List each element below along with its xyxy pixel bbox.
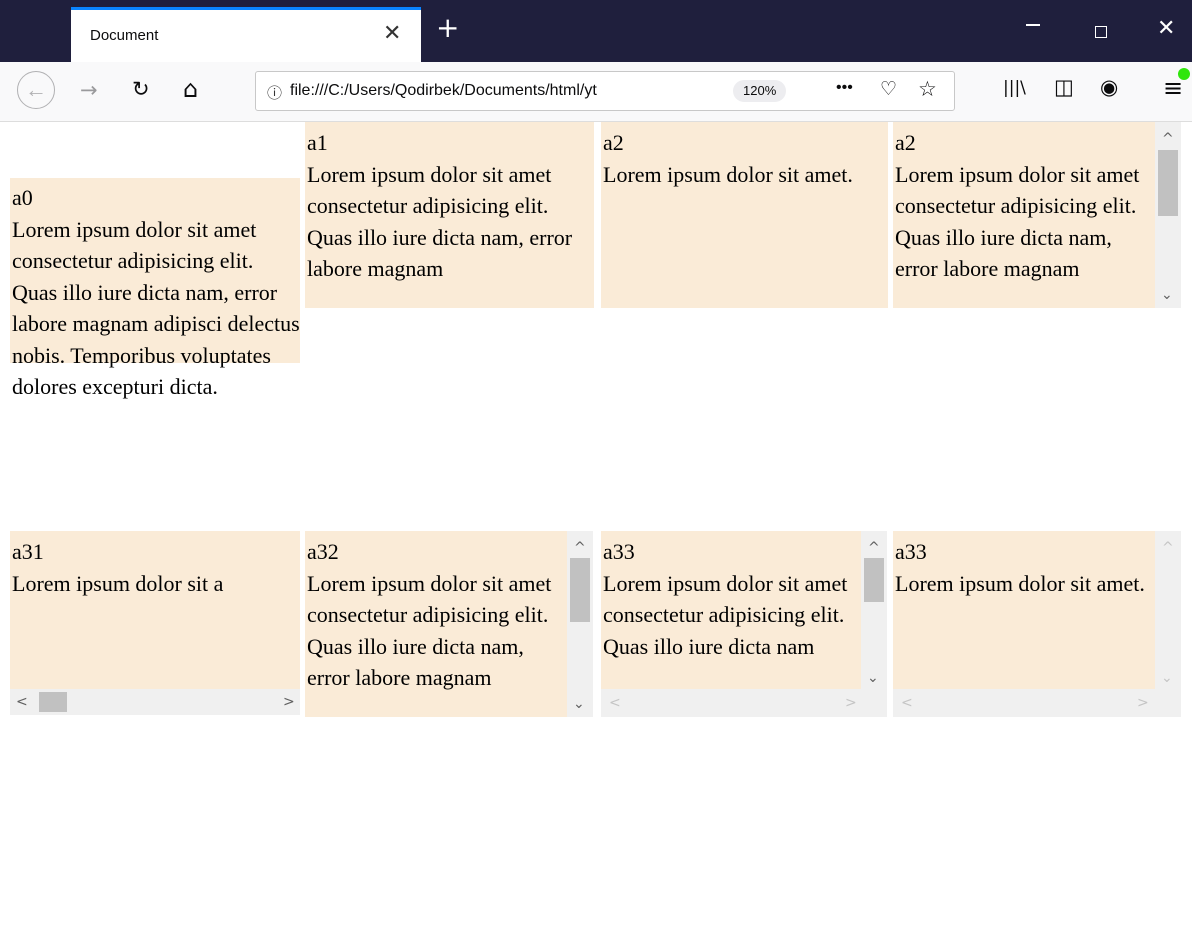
bookmark-star-icon[interactable]: ☆ <box>918 77 937 101</box>
window-close-icon[interactable]: ✕ <box>1157 16 1175 41</box>
horizontal-scrollbar[interactable]: < > <box>10 689 300 715</box>
library-icon[interactable]: |||\ <box>1003 78 1026 98</box>
minimize-icon[interactable] <box>1026 24 1040 26</box>
cell-label: a1 <box>307 130 328 155</box>
scroll-up-icon[interactable]: ^ <box>1162 132 1174 146</box>
tab-close-icon[interactable]: ✕ <box>383 21 401 46</box>
cell-label: a32 <box>307 539 339 564</box>
scroll-left-icon[interactable]: < <box>16 695 28 709</box>
scroll-up-icon[interactable]: ^ <box>1162 541 1174 555</box>
horizontal-scrollbar[interactable]: < > <box>893 689 1155 717</box>
new-tab-button[interactable]: + <box>436 14 459 42</box>
forward-arrow-icon[interactable]: → <box>80 78 98 102</box>
scroll-down-icon[interactable]: ⌄ <box>1161 288 1173 302</box>
scroll-left-icon[interactable]: < <box>901 696 913 710</box>
vertical-scrollbar[interactable]: ^ ⌄ <box>567 531 593 717</box>
scroll-right-icon[interactable]: > <box>1137 696 1149 710</box>
vertical-scrollbar[interactable]: ^ ⌄ <box>861 531 887 717</box>
scroll-down-icon[interactable]: ⌄ <box>1161 671 1173 685</box>
maximize-icon[interactable] <box>1095 26 1107 38</box>
cell-text: Lorem ipsum dolor sit amet. <box>603 161 853 187</box>
scroll-up-icon[interactable]: ^ <box>574 541 586 555</box>
tab-title: Document <box>90 27 159 44</box>
cell-text: Lorem ipsum dolor sit amet consectetur a… <box>603 570 848 659</box>
pocket-icon[interactable]: ♡ <box>880 78 897 100</box>
cell-a33-short-scroll[interactable]: a33 Lorem ipsum dolor sit amet. <box>893 531 1155 689</box>
cell-label: a2 <box>895 130 916 155</box>
cell-text: Lorem ipsum dolor sit amet consectetur a… <box>307 161 573 282</box>
scroll-left-icon[interactable]: < <box>609 696 621 710</box>
horizontal-scrollbar[interactable]: < > <box>601 689 861 717</box>
cell-text: Lorem ipsum dolor sit amet consectetur a… <box>12 216 300 400</box>
cell-label: a33 <box>603 539 635 564</box>
cell-text: Lorem ipsum dolor sit amet consectetur a… <box>895 161 1140 282</box>
cell-a2-scroll[interactable]: a2 Lorem ipsum dolor sit amet consectetu… <box>893 122 1155 308</box>
scroll-up-icon[interactable]: ^ <box>868 541 880 555</box>
page-actions-more-icon[interactable]: ••• <box>836 79 853 97</box>
vertical-scrollbar[interactable]: ^ ⌄ <box>1155 122 1181 308</box>
zoom-badge[interactable]: 120% <box>733 80 787 102</box>
cell-text: Lorem ipsum dolor sit amet consectetur a… <box>307 570 552 691</box>
scroll-thumb[interactable] <box>1158 150 1178 216</box>
reload-icon[interactable]: ↻ <box>132 77 150 101</box>
cell-a33-scroll[interactable]: a33 Lorem ipsum dolor sit amet consectet… <box>601 531 861 689</box>
account-icon[interactable]: ◉ <box>1100 75 1118 99</box>
info-icon[interactable]: ⓘ <box>267 82 282 103</box>
page-content: a0 Lorem ipsum dolor sit amet consectetu… <box>0 122 1192 938</box>
cell-label: a0 <box>12 185 33 210</box>
title-bar: Document ✕ + ✕ <box>0 0 1192 62</box>
scroll-thumb[interactable] <box>864 558 884 602</box>
cell-a2: a2 Lorem ipsum dolor sit amet. <box>601 122 888 308</box>
cell-label: a31 <box>12 539 44 564</box>
home-icon[interactable]: ⌂ <box>183 75 198 103</box>
url-text[interactable]: file:///C:/Users/Qodirbek/Documents/html… <box>290 82 722 100</box>
cell-a31-scroll[interactable]: a31 Lorem ipsum dolor sit a <box>10 531 300 689</box>
sidebar-icon[interactable]: ◫ <box>1054 75 1074 99</box>
scroll-down-icon[interactable]: ⌄ <box>867 671 879 685</box>
scroll-right-icon[interactable]: > <box>283 695 295 709</box>
cell-text: Lorem ipsum dolor sit amet. <box>895 570 1145 596</box>
scroll-right-icon[interactable]: > <box>845 696 857 710</box>
cell-a1: a1 Lorem ipsum dolor sit amet consectetu… <box>305 122 594 308</box>
cell-a32-scroll[interactable]: a32 Lorem ipsum dolor sit amet consectet… <box>305 531 567 717</box>
cell-label: a2 <box>603 130 624 155</box>
tab-document[interactable]: Document ✕ <box>71 7 421 62</box>
scroll-thumb[interactable] <box>570 558 590 622</box>
url-bar[interactable]: ⓘ file:///C:/Users/Qodirbek/Documents/ht… <box>255 71 955 111</box>
scroll-thumb[interactable] <box>39 692 67 712</box>
nav-bar: ← → ↻ ⌂ ⓘ file:///C:/Users/Qodirbek/Docu… <box>0 62 1192 122</box>
update-badge-icon <box>1178 68 1190 80</box>
vertical-scrollbar[interactable]: ^ ⌄ <box>1155 531 1181 717</box>
cell-label: a33 <box>895 539 927 564</box>
cell-text: Lorem ipsum dolor sit a <box>12 570 224 596</box>
scroll-down-icon[interactable]: ⌄ <box>573 697 585 711</box>
cell-a0: a0 Lorem ipsum dolor sit amet consectetu… <box>10 182 300 502</box>
back-arrow-icon[interactable]: ← <box>17 71 55 109</box>
